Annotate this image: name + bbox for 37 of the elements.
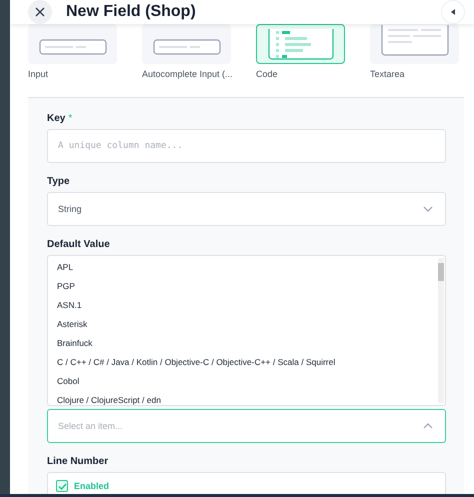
field-label: Type bbox=[47, 176, 70, 187]
chevron-down-icon bbox=[423, 206, 433, 212]
dropdown-option[interactable]: C / C++ / C# / Java / Kotlin / Objective-C / Objective-C++ / Scala / Squirrel bbox=[57, 353, 437, 372]
collapse-button[interactable] bbox=[441, 0, 465, 24]
dropdown-option[interactable]: ASN.1 bbox=[57, 296, 437, 315]
field-type-card[interactable] bbox=[256, 24, 345, 64]
field-type-label: Autocomplete Input (... bbox=[142, 69, 231, 79]
checkbox[interactable] bbox=[56, 480, 68, 492]
field-type-label: Textarea bbox=[370, 69, 406, 79]
dropdown-option[interactable]: PGP bbox=[57, 277, 437, 296]
field-type-card[interactable] bbox=[142, 24, 231, 64]
required-mark: * bbox=[68, 113, 72, 124]
chevron-up-icon bbox=[423, 423, 433, 429]
field-type-label: Input bbox=[28, 69, 50, 79]
dropdown-option[interactable]: Cobol bbox=[57, 372, 437, 391]
dropdown-option[interactable]: APL bbox=[57, 258, 437, 277]
close-button[interactable] bbox=[28, 0, 52, 24]
field-type-label: Code bbox=[256, 69, 279, 79]
checkmark-icon bbox=[58, 482, 66, 490]
scrollbar[interactable] bbox=[438, 258, 444, 403]
field-label: Line Number bbox=[47, 456, 108, 467]
field-label: Key bbox=[47, 113, 66, 124]
dropdown-option[interactable]: Clojure / ClojureScript / edn bbox=[57, 391, 437, 405]
field-label: Default Value bbox=[47, 239, 110, 250]
dropdown-option[interactable]: Asterisk bbox=[57, 315, 437, 334]
caret-icon bbox=[450, 8, 456, 16]
input-icon bbox=[152, 39, 220, 55]
input-icon bbox=[38, 39, 106, 55]
scrollbar-thumb[interactable] bbox=[438, 263, 444, 281]
field-type-card[interactable] bbox=[370, 24, 459, 64]
close-icon bbox=[35, 7, 45, 17]
checkbox-label: Enabled bbox=[74, 481, 110, 491]
field-type-card[interactable] bbox=[28, 24, 117, 64]
dropdown-option[interactable]: Brainfuck bbox=[57, 334, 437, 353]
type-select[interactable]: String bbox=[47, 192, 446, 226]
window-title: New Field (Shop) bbox=[66, 3, 196, 21]
key-input[interactable]: A unique column name... bbox=[47, 129, 446, 163]
